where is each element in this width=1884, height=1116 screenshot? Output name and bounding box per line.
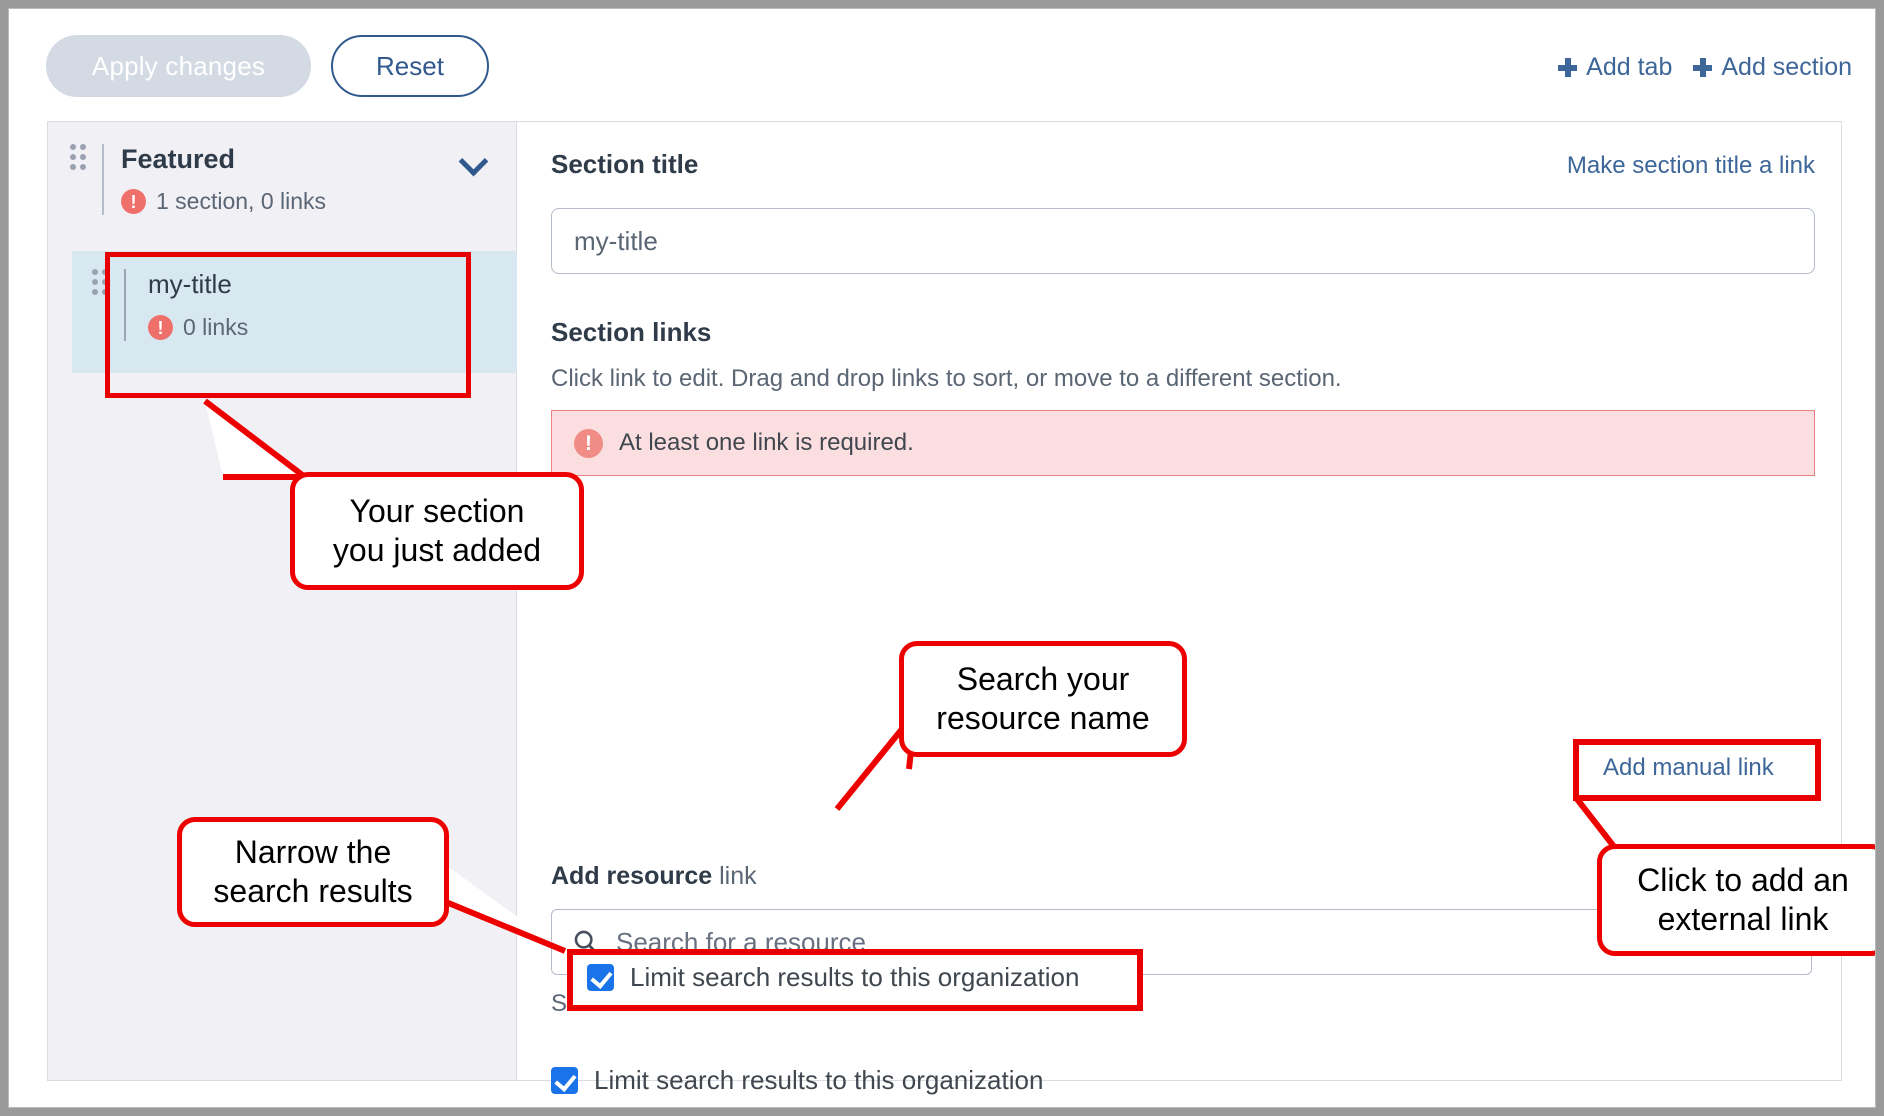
callout-external-link: Click to add an external link <box>1597 844 1875 956</box>
sidebar-tab-body: Featured ! 1 section, 0 links <box>102 144 496 215</box>
drag-handle-icon[interactable] <box>92 269 110 295</box>
navigation-editor-panel: Featured ! 1 section, 0 links my-title !… <box>47 121 1842 1095</box>
add-resource-link-label: Add resource link <box>551 862 757 891</box>
limit-org-checkbox[interactable] <box>551 1067 578 1094</box>
make-section-title-a-link-button[interactable]: Make section title a link <box>1567 152 1815 180</box>
apply-changes-button[interactable]: Apply changes <box>46 35 311 97</box>
error-message: At least one link is required. <box>619 429 914 456</box>
section-title-label: Section title <box>551 149 699 179</box>
editor-toolbar: Apply changes Reset Add tab Add section <box>9 9 1875 115</box>
reset-label: Reset <box>376 50 444 81</box>
sidebar-item-label: my-title <box>148 269 232 299</box>
add-manual-link-button-highlighted[interactable]: Add manual link <box>1603 754 1774 782</box>
chevron-down-icon[interactable] <box>460 147 486 173</box>
sidebar-item-meta: ! 0 links <box>148 314 517 341</box>
add-section-label: Add section <box>1721 53 1852 81</box>
plus-icon <box>1693 58 1713 77</box>
limit-org-checkbox-row[interactable]: Limit search results to this organizatio… <box>551 1065 1043 1096</box>
sidebar-tab-title: Featured <box>121 144 236 174</box>
limit-org-checkbox-label: Limit search results to this organizatio… <box>594 1065 1044 1095</box>
error-icon: ! <box>121 189 146 214</box>
toolbar-actions: Add tab Add section <box>1558 53 1852 82</box>
sidebar-tab-meta-text: 1 section, 0 links <box>156 188 327 214</box>
limit-org-checkbox-row-highlighted[interactable]: Limit search results to this organizatio… <box>587 962 1079 993</box>
callout-search-resource: Search your resource name <box>899 641 1187 757</box>
callout-narrow-results: Narrow the search results <box>177 817 449 927</box>
reset-button[interactable]: Reset <box>331 35 489 97</box>
search-icon <box>574 930 598 955</box>
plus-icon <box>1558 58 1578 77</box>
sidebar-tab-featured[interactable]: Featured ! 1 section, 0 links <box>48 122 516 233</box>
add-resource-link-label-bold: Add resource <box>551 862 713 890</box>
apply-changes-label: Apply changes <box>91 50 266 81</box>
limit-org-checkbox[interactable] <box>587 964 614 991</box>
sidebar-tab-meta: ! 1 section, 0 links <box>121 188 496 215</box>
limit-org-checkbox-label: Limit search results to this organizatio… <box>630 962 1080 992</box>
sidebar-item-body: my-title ! 0 links <box>124 269 517 341</box>
resource-search-placeholder: Search for a resource <box>616 926 867 957</box>
resource-search-help-text: Search for a resource to add to the brow… <box>551 990 1060 1017</box>
sidebar-item-meta-text: 0 links <box>183 314 249 340</box>
section-title-header: Section title Make section title a link <box>551 149 1815 180</box>
section-links-label: Section links <box>551 317 712 347</box>
error-icon: ! <box>574 428 603 458</box>
drag-handle-icon[interactable] <box>70 144 88 170</box>
section-links-error-banner: ! At least one link is required. <box>551 410 1815 476</box>
sidebar-tab-list: Featured ! 1 section, 0 links my-title !… <box>48 122 517 1080</box>
app-window: Apply changes Reset Add tab Add section <box>8 8 1876 1108</box>
add-section-button[interactable]: Add section <box>1693 53 1852 82</box>
add-tab-label: Add tab <box>1586 53 1673 81</box>
section-title-value: my-title <box>574 225 658 256</box>
add-tab-button[interactable]: Add tab <box>1558 53 1672 82</box>
section-title-input[interactable]: my-title <box>551 208 1815 274</box>
sidebar-item-my-title[interactable]: my-title ! 0 links <box>72 251 517 373</box>
error-icon: ! <box>148 315 173 340</box>
sidebar-tab-header: Featured <box>121 144 496 175</box>
add-resource-link-label-rest: link <box>712 862 757 890</box>
callout-your-section: Your section you just added <box>290 472 584 590</box>
section-links-hint: Click link to edit. Drag and drop links … <box>551 365 1342 392</box>
